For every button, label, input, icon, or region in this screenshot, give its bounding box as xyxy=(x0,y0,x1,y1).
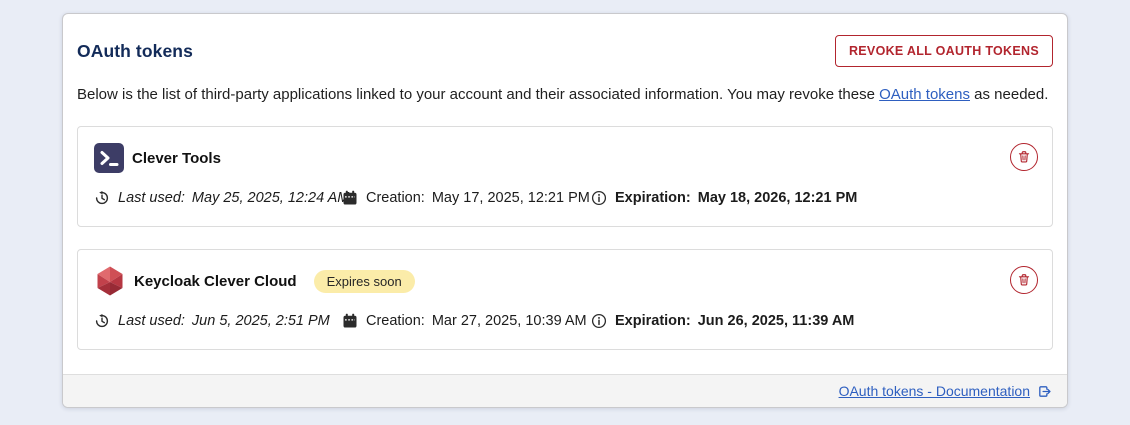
clock-history-icon xyxy=(94,313,110,329)
last-used-value: Jun 5, 2025, 2:51 PM xyxy=(192,313,330,329)
description-text: Below is the list of third-party applica… xyxy=(77,84,1053,105)
terminal-icon xyxy=(94,143,124,173)
last-used-field: Last used: May 25, 2025, 12:24 AM xyxy=(94,190,342,206)
trash-icon xyxy=(1017,273,1031,287)
creation-field: Creation: Mar 27, 2025, 10:39 AM xyxy=(342,313,591,329)
revoke-token-button[interactable] xyxy=(1010,266,1038,294)
creation-label: Creation: xyxy=(366,313,425,329)
expiration-value: Jun 26, 2025, 11:39 AM xyxy=(698,313,855,329)
creation-value: May 17, 2025, 12:21 PM xyxy=(432,190,590,206)
token-details: Last used: May 25, 2025, 12:24 AM Creati… xyxy=(94,190,1036,206)
token-head: Clever Tools xyxy=(94,143,1036,173)
expiration-field: Expiration: May 18, 2026, 12:21 PM xyxy=(591,190,857,206)
calendar-icon xyxy=(342,313,358,329)
trash-icon xyxy=(1017,150,1031,164)
oauth-tokens-panel: OAuth tokens REVOKE ALL OAUTH TOKENS Bel… xyxy=(62,13,1068,408)
external-link-icon xyxy=(1037,384,1052,399)
expiration-label: Expiration: xyxy=(615,190,691,206)
documentation-link[interactable]: OAuth tokens - Documentation xyxy=(839,383,1052,399)
revoke-token-button[interactable] xyxy=(1010,143,1038,171)
creation-field: Creation: May 17, 2025, 12:21 PM xyxy=(342,190,591,206)
creation-value: Mar 27, 2025, 10:39 AM xyxy=(432,313,587,329)
page-title: OAuth tokens xyxy=(77,41,193,62)
revoke-all-tokens-button[interactable]: REVOKE ALL OAUTH TOKENS xyxy=(835,35,1053,67)
info-circle-icon xyxy=(591,313,607,329)
creation-label: Creation: xyxy=(366,190,425,206)
clock-history-icon xyxy=(94,190,110,206)
keycloak-gem-icon xyxy=(94,265,126,297)
token-name: Keycloak Clever Cloud xyxy=(134,273,297,290)
panel-header: OAuth tokens REVOKE ALL OAUTH TOKENS xyxy=(77,35,1053,67)
last-used-label: Last used: xyxy=(118,190,185,206)
description-before: Below is the list of third-party applica… xyxy=(77,86,879,103)
token-name: Clever Tools xyxy=(132,150,221,167)
last-used-value: May 25, 2025, 12:24 AM xyxy=(192,190,349,206)
token-card-list: Clever Tools Last used: May 25, 2025, 12… xyxy=(77,126,1053,350)
oauth-tokens-link[interactable]: OAuth tokens xyxy=(879,86,970,103)
token-card-clever-tools: Clever Tools Last used: May 25, 2025, 12… xyxy=(77,126,1053,227)
documentation-link-label: OAuth tokens - Documentation xyxy=(839,383,1030,399)
last-used-label: Last used: xyxy=(118,313,185,329)
last-used-field: Last used: Jun 5, 2025, 2:51 PM xyxy=(94,313,342,329)
token-details: Last used: Jun 5, 2025, 2:51 PM Creation… xyxy=(94,313,1036,329)
description-after: as needed. xyxy=(970,86,1048,103)
expiration-value: May 18, 2026, 12:21 PM xyxy=(698,190,858,206)
expires-soon-badge: Expires soon xyxy=(314,270,415,293)
calendar-icon xyxy=(342,190,358,206)
token-card-keycloak-clever-cloud: Keycloak Clever Cloud Expires soon Last … xyxy=(77,249,1053,350)
info-circle-icon xyxy=(591,190,607,206)
expiration-field: Expiration: Jun 26, 2025, 11:39 AM xyxy=(591,313,854,329)
panel-footer: OAuth tokens - Documentation xyxy=(63,374,1067,407)
token-head: Keycloak Clever Cloud Expires soon xyxy=(94,266,1036,296)
expiration-label: Expiration: xyxy=(615,313,691,329)
